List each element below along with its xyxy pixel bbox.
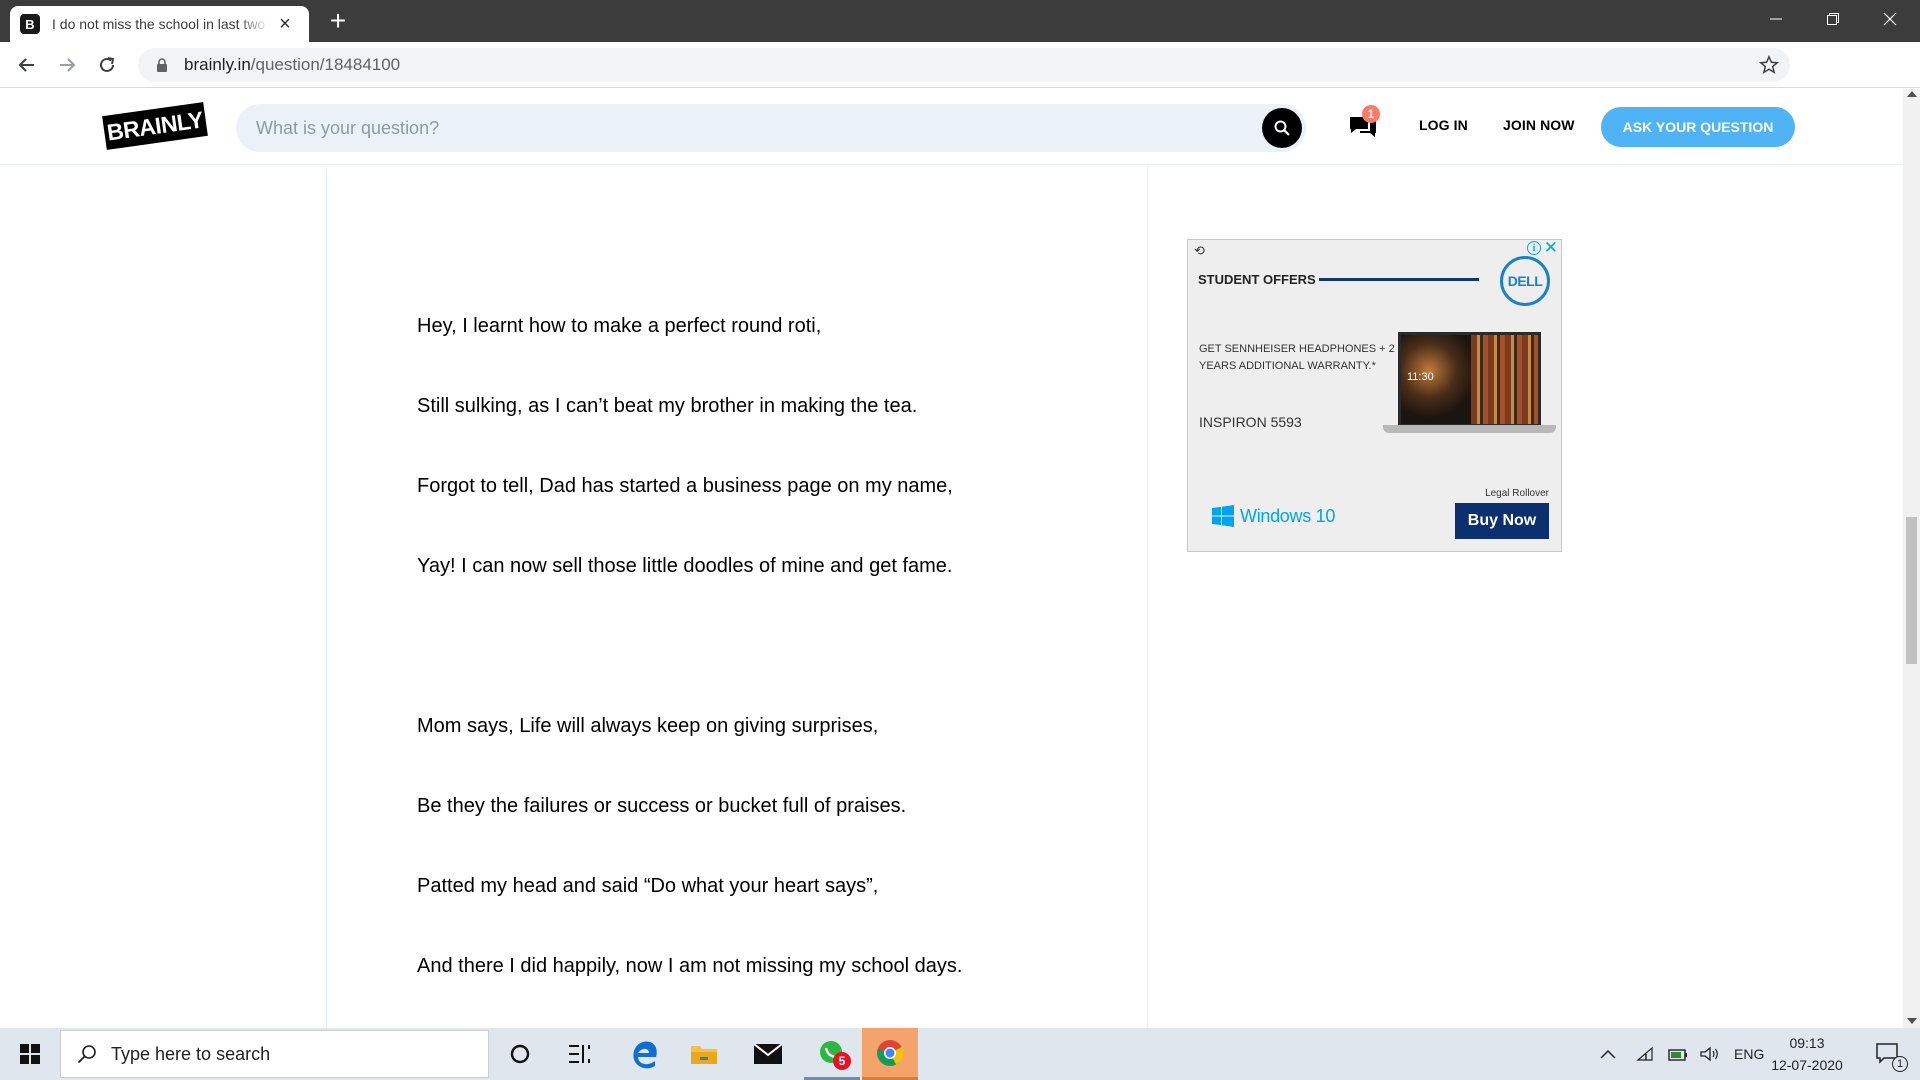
login-link[interactable]: LOG IN [1419, 117, 1468, 133]
forward-button[interactable] [50, 48, 84, 82]
restore-window-button[interactable] [1806, 0, 1860, 38]
arrow-right-icon [60, 58, 76, 72]
windows-10-label: Windows 10 [1240, 505, 1336, 526]
windows-start-icon [20, 1044, 40, 1064]
page-viewport: BRAINLY 1 LOG IN JOIN NOW ASK YOUR QUEST… [0, 89, 1903, 1028]
ad-close-icon[interactable]: ✕ [1544, 238, 1558, 258]
buy-now-button[interactable]: Buy Now [1455, 503, 1549, 539]
network-icon[interactable] [1636, 1046, 1654, 1062]
reload-button[interactable] [90, 48, 124, 82]
scroll-up-icon[interactable] [1907, 91, 1917, 97]
minimize-icon [1770, 18, 1782, 20]
search-button[interactable] [1262, 108, 1302, 148]
cortana-button[interactable] [492, 1028, 548, 1080]
answer-line: Patted my head and said “Do what your he… [417, 875, 879, 897]
brainly-logo[interactable]: BRAINLY [102, 102, 208, 150]
cortana-icon [510, 1044, 530, 1064]
windows-icon [1212, 505, 1234, 527]
messages-badge: 1 [1362, 105, 1380, 123]
browser-toolbar: brainly.in/question/18484100 R [0, 42, 1920, 120]
search-icon [77, 1045, 96, 1064]
file-explorer-button[interactable] [676, 1028, 732, 1080]
taskbar-search-box[interactable]: Type here to search [60, 1030, 489, 1078]
ad-refresh-icon[interactable]: ⟲ [1194, 243, 1205, 259]
whatsapp-badge: 5 [833, 1052, 851, 1070]
url-text: brainly.in/question/18484100 [184, 55, 400, 75]
url-host: brainly.in [184, 55, 251, 74]
folder-icon [691, 1046, 717, 1064]
answer-line: Be they the failures or success or bucke… [417, 795, 907, 817]
clock-time: 09:13 [1789, 1035, 1825, 1051]
mail-taskbar-button[interactable] [740, 1028, 796, 1080]
laptop-image: 11:30 [1398, 332, 1541, 427]
answer-line: Hey, I learnt how to make a perfect roun… [417, 315, 822, 337]
address-bar[interactable]: brainly.in/question/18484100 [138, 48, 1790, 82]
question-search-input[interactable] [256, 104, 1236, 152]
edge-icon [633, 1041, 657, 1069]
search-icon [1274, 120, 1290, 136]
right-column-divider [1147, 166, 1148, 1028]
volume-icon[interactable] [1700, 1046, 1720, 1062]
mail-icon [753, 1043, 783, 1064]
url-path: /question/18484100 [250, 55, 401, 74]
ad-legal-text: Legal Rollover [1485, 488, 1549, 499]
laptop-screen-clock: 11:30 [1407, 371, 1434, 383]
ad-offer-text: GET SENNHEISER HEADPHONES + 2 YEARS ADDI… [1199, 343, 1395, 372]
answer-line: Mom says, Life will always keep on givin… [417, 715, 879, 737]
show-hidden-icons-icon[interactable] [1600, 1049, 1616, 1059]
scrollbar-thumb[interactable] [1906, 517, 1917, 664]
windows-taskbar: Type here to search 5 ENG 09:13 12-07-20… [0, 1028, 1920, 1080]
taskbar-clock[interactable]: 09:13 12-07-2020 [1762, 1032, 1852, 1076]
windows-10-logo: Windows 10 [1212, 505, 1335, 527]
start-button[interactable] [0, 1028, 60, 1080]
close-icon [1883, 12, 1897, 26]
browser-tab-active[interactable]: B I do not miss the school in last two m… [10, 6, 309, 42]
ad-product-name: INSPIRON 5593 [1199, 414, 1302, 430]
tab-close-icon[interactable]: × [276, 14, 294, 34]
page-scrollbar[interactable] [1903, 89, 1920, 1028]
answer-line: Still sulking, as I can’t beat my brothe… [417, 395, 918, 417]
notifications-count: 1 [1892, 1056, 1908, 1072]
chrome-icon [877, 1039, 904, 1066]
taskbar-search-placeholder: Type here to search [111, 1043, 271, 1064]
answer-line: Yay! I can now sell those little doodles… [417, 555, 953, 577]
back-button[interactable] [10, 48, 44, 82]
tab-title: I do not miss the school in last two mon… [52, 16, 270, 32]
reload-icon [100, 57, 115, 72]
ad-heading: STUDENT OFFERS [1198, 272, 1316, 287]
scroll-down-icon[interactable] [1907, 1018, 1917, 1024]
whatsapp-taskbar-button[interactable]: 5 [804, 1028, 860, 1080]
ad-info-icon[interactable]: i [1527, 241, 1541, 255]
question-search-bar [236, 104, 1306, 152]
bookmark-star-icon[interactable] [1758, 54, 1780, 76]
dell-logo: DELL [1500, 256, 1550, 306]
new-tab-button[interactable]: + [323, 6, 353, 36]
answer-line: Forgot to tell, Dad has started a busine… [417, 475, 953, 497]
restore-icon [1827, 13, 1839, 25]
ask-question-button[interactable]: ASK YOUR QUESTION [1601, 107, 1795, 147]
left-column-divider [326, 166, 327, 1028]
dell-advertisement[interactable]: ⟲ i ✕ STUDENT OFFERS DELL GET SENNHEISER… [1187, 238, 1562, 552]
laptop-base [1383, 425, 1556, 433]
minimize-window-button[interactable] [1749, 0, 1803, 38]
notifications-button[interactable]: 1 [1862, 1028, 1914, 1080]
site-header: BRAINLY 1 LOG IN JOIN NOW ASK YOUR QUEST… [0, 89, 1903, 165]
browser-titlebar: B I do not miss the school in last two m… [0, 0, 1920, 42]
task-view-button[interactable] [552, 1028, 608, 1080]
brainly-favicon-icon: B [20, 14, 40, 34]
close-window-button[interactable] [1863, 0, 1917, 38]
lock-icon [152, 55, 172, 75]
chrome-taskbar-button[interactable] [862, 1028, 918, 1080]
arrow-left-icon [18, 58, 34, 72]
system-tray: ENG [1600, 1028, 1764, 1080]
input-language[interactable]: ENG [1734, 1046, 1764, 1062]
ad-divider [1319, 278, 1479, 281]
join-now-link[interactable]: JOIN NOW [1503, 117, 1575, 133]
edge-taskbar-button[interactable] [616, 1028, 672, 1080]
clock-date: 12-07-2020 [1771, 1057, 1843, 1073]
answer-line: And there I did happily, now I am not mi… [417, 955, 963, 977]
task-view-icon [569, 1045, 590, 1063]
battery-icon[interactable] [1668, 1046, 1688, 1062]
